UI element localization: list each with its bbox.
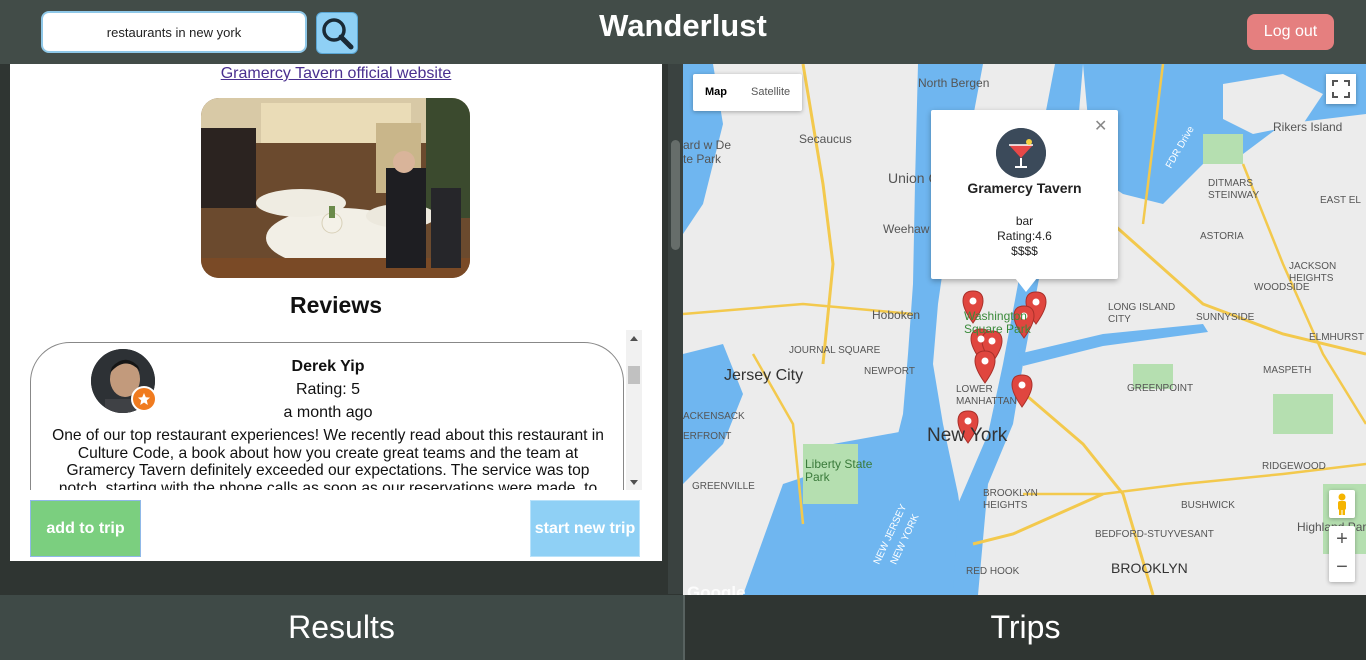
map-label-brooklyn-heights: BROOKLYN HEIGHTS: [983, 488, 1038, 511]
map-label-maspeth: MASPETH: [1263, 365, 1312, 376]
search-icon: [322, 18, 354, 50]
map-label-rikers: Rikers Island: [1273, 120, 1343, 134]
map-label-bushwick: BUSHWICK: [1181, 500, 1235, 511]
info-place-price: $$$$: [1011, 244, 1038, 258]
review-text: One of our top restaurant experiences! W…: [52, 427, 604, 490]
map-label-sunnyside: SUNNYSIDE: [1196, 312, 1255, 323]
pegman-icon: [1338, 493, 1346, 515]
zoom-in-button[interactable]: +: [1329, 526, 1355, 554]
info-window-tail: [1015, 278, 1037, 292]
reviewer-name: Derek Yip: [291, 358, 365, 375]
info-place-type: bar: [1015, 214, 1034, 228]
google-logo: Google: [687, 583, 746, 595]
tab-trips[interactable]: Trips: [683, 595, 1366, 660]
start-new-trip-button[interactable]: start new trip: [530, 500, 640, 557]
place-info-window: ✕ Gramercy Tavern bar Rating:4.6 $$$$: [931, 110, 1118, 292]
close-icon[interactable]: ✕: [1094, 116, 1107, 136]
map-label-red-hook: RED HOOK: [966, 566, 1020, 577]
map-label-north-bergen: North Bergen: [918, 76, 990, 90]
map[interactable]: North Bergen Secaucus Union City Weehaw …: [683, 64, 1366, 595]
map-type-control: Map Satellite: [693, 74, 803, 111]
scroll-up-arrow-icon[interactable]: [630, 336, 638, 341]
map-label-east-elmhurst: EAST EL: [1320, 195, 1361, 206]
info-place-rating: Rating:4.6: [997, 229, 1052, 243]
map-label-hackensack: ACKENSACK: [683, 411, 745, 422]
search-input[interactable]: [41, 11, 307, 53]
map-label-secaucus: Secaucus: [799, 132, 852, 146]
map-label-ridgewood: RIDGEWOOD: [1262, 461, 1326, 472]
map-label-lower-manhattan: LOWER MANHATTAN: [956, 384, 1017, 407]
info-place-name: Gramercy Tavern: [967, 180, 1082, 196]
map-label-long-island-city: LONG ISLAND CITY: [1108, 302, 1176, 325]
app-header: Wanderlust Log out: [0, 0, 1366, 64]
street-view-pegman[interactable]: [1329, 490, 1355, 518]
map-label-waterfront: ERFRONT: [683, 431, 732, 442]
map-label-journal-square: JOURNAL SQUARE: [789, 345, 881, 356]
map-label-new-york: New York: [927, 425, 1008, 446]
add-to-trip-button[interactable]: add to trip: [30, 500, 141, 557]
map-label-jersey-city: Jersey City: [724, 367, 804, 384]
map-label-ditmars: DITMARS STEINWAY: [1208, 178, 1260, 201]
map-type-satellite-button[interactable]: Satellite: [739, 74, 802, 111]
place-photo: [201, 98, 470, 278]
tab-results[interactable]: Results: [0, 595, 683, 660]
official-website-link[interactable]: Gramercy Tavern official website: [10, 65, 662, 83]
reviews-list[interactable]: Derek Yip Rating: 5 a month ago One of o…: [30, 330, 642, 490]
map-label-greenpoint: GREENPOINT: [1127, 383, 1194, 394]
map-label-ward-de: ard w De: [683, 138, 732, 152]
fullscreen-icon: [1332, 80, 1350, 98]
map-label-astoria: ASTORIA: [1200, 231, 1244, 242]
review-rating: Rating: 5: [295, 381, 361, 398]
map-type-map-button[interactable]: Map: [693, 74, 739, 111]
scroll-down-arrow-icon[interactable]: [630, 480, 638, 485]
map-label-newport: NEWPORT: [864, 366, 915, 377]
map-label-hoboken: Hoboken: [872, 308, 921, 322]
place-details-panel: Gramercy Tavern official website Reviews: [10, 64, 662, 561]
map-label-woodside: WOODSIDE: [1254, 282, 1310, 293]
reviews-scroll-thumb[interactable]: [628, 366, 640, 384]
search-button[interactable]: [316, 12, 358, 54]
map-label-te-park: te Park: [683, 152, 722, 166]
map-label-greenville: GREENVILLE: [692, 481, 755, 492]
logout-button[interactable]: Log out: [1247, 14, 1334, 50]
zoom-control: + −: [1329, 526, 1355, 582]
map-label-washington-square: Washington Square Park: [964, 309, 1031, 336]
map-label-weehawken: Weehaw: [883, 222, 930, 236]
reviews-heading: Reviews: [289, 292, 383, 318]
review-time: a month ago: [283, 404, 373, 421]
results-scroll-thumb[interactable]: [671, 140, 680, 250]
map-label-bedford-stuyvesant: BEDFORD-STUYVESANT: [1095, 529, 1214, 540]
map-label-liberty-state-park: Liberty State Park: [805, 457, 873, 484]
map-label-elmhurst: ELMHURST: [1309, 332, 1365, 343]
map-label-brooklyn: BROOKLYN: [1111, 560, 1188, 576]
cocktail-icon: [996, 128, 1046, 178]
review-card: Derek Yip Rating: 5 a month ago One of o…: [30, 342, 624, 490]
results-scrollbar[interactable]: [668, 64, 683, 594]
zoom-out-button[interactable]: −: [1329, 554, 1355, 582]
reviews-scrollbar[interactable]: [626, 330, 642, 490]
fullscreen-button[interactable]: [1326, 74, 1356, 104]
